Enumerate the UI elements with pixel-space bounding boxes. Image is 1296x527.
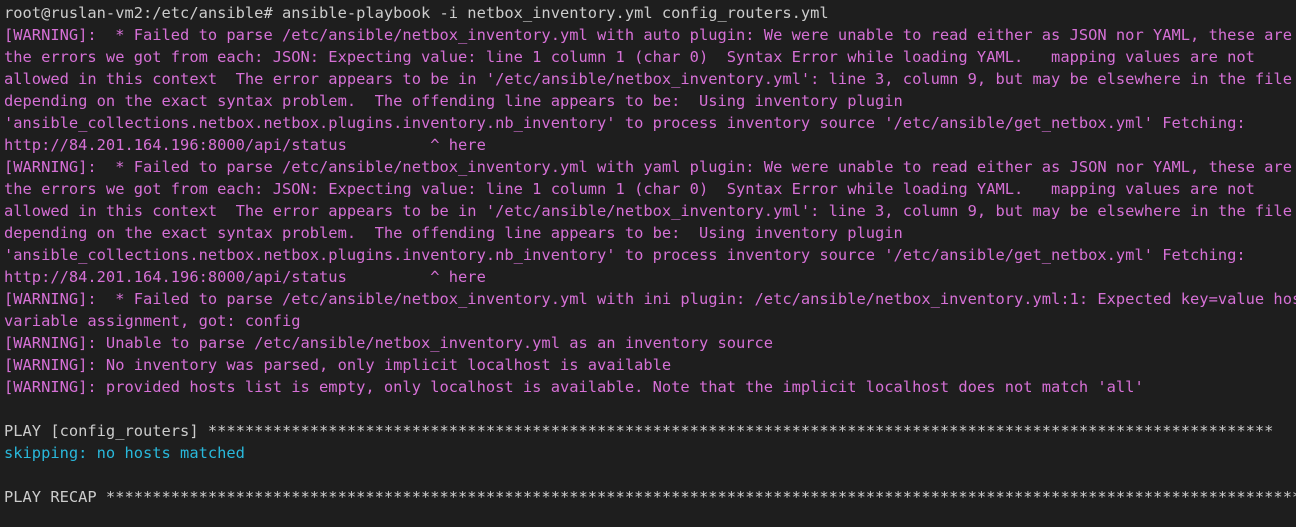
terminal-line: 'ansible_collections.netbox.netbox.plugi… — [4, 246, 1246, 264]
terminal-line: http://84.201.164.196:8000/api/status ^ … — [4, 268, 486, 286]
terminal-line: the errors we got from each: JSON: Expec… — [4, 48, 1255, 66]
terminal-line: allowed in this context The error appear… — [4, 70, 1292, 88]
terminal-line: [WARNING]: No inventory was parsed, only… — [4, 356, 672, 374]
terminal-line: [WARNING]: provided hosts list is empty,… — [4, 378, 1144, 396]
terminal-line: root@ruslan-vm2:/etc/ansible# ansible-pl… — [4, 4, 829, 22]
terminal-line: allowed in this context The error appear… — [4, 202, 1292, 220]
terminal-line: depending on the exact syntax problem. T… — [4, 224, 903, 242]
terminal-output[interactable]: root@ruslan-vm2:/etc/ansible# ansible-pl… — [0, 0, 1296, 527]
terminal-line: PLAY [config_routers] ******************… — [4, 422, 1274, 440]
terminal-line: variable assignment, got: config — [4, 312, 301, 330]
terminal-line: [WARNING]: * Failed to parse /etc/ansibl… — [4, 158, 1292, 176]
terminal-line: [WARNING]: * Failed to parse /etc/ansibl… — [4, 290, 1296, 308]
terminal-line: depending on the exact syntax problem. T… — [4, 92, 903, 110]
terminal-line: the errors we got from each: JSON: Expec… — [4, 180, 1255, 198]
terminal-line: PLAY RECAP *****************************… — [4, 488, 1296, 506]
terminal-line: [WARNING]: Unable to parse /etc/ansible/… — [4, 334, 774, 352]
terminal-line: 'ansible_collections.netbox.netbox.plugi… — [4, 114, 1246, 132]
terminal-line: [WARNING]: * Failed to parse /etc/ansibl… — [4, 26, 1292, 44]
terminal-line: skipping: no hosts matched — [4, 444, 245, 462]
terminal-line: http://84.201.164.196:8000/api/status ^ … — [4, 136, 486, 154]
